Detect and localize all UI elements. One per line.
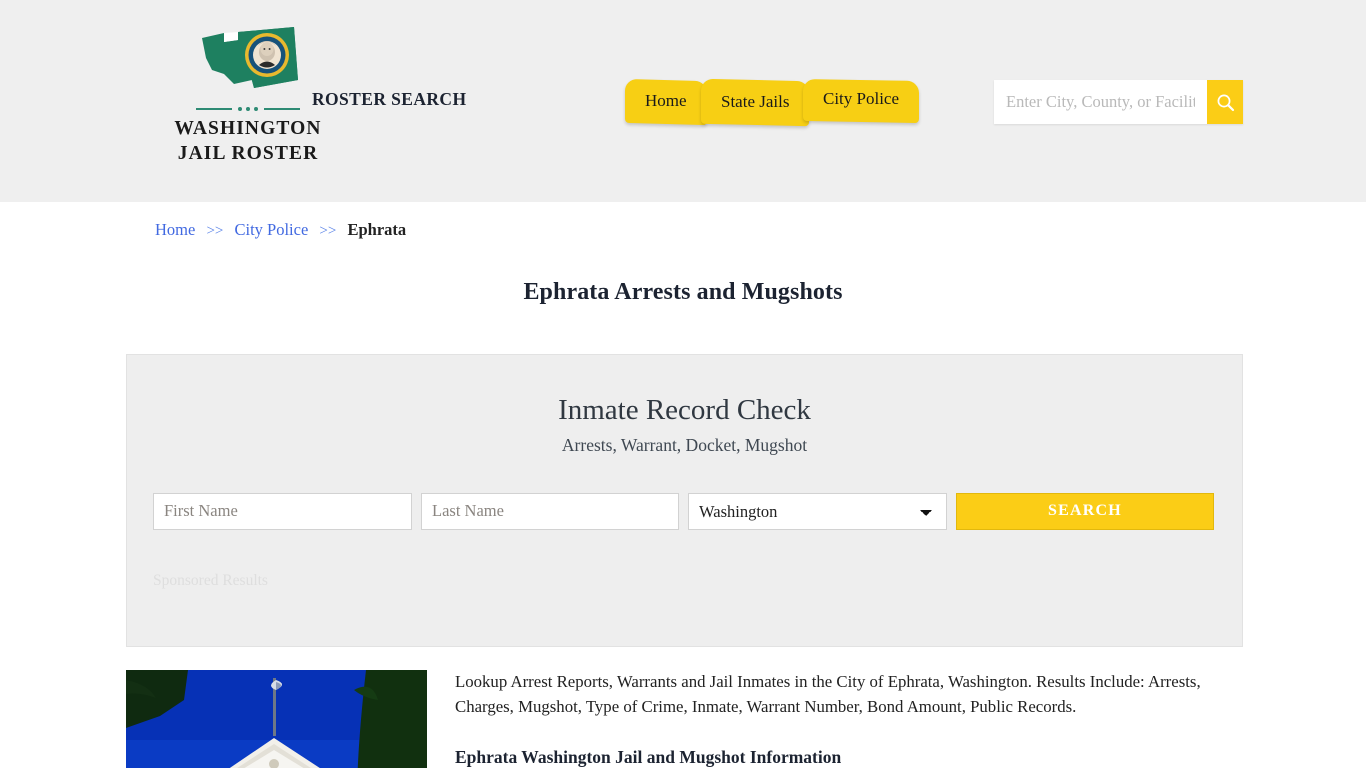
breadcrumb-separator: >> xyxy=(206,223,224,239)
courthouse-photo xyxy=(126,670,427,768)
record-search-form: Washington SEARCH xyxy=(127,492,1242,530)
breadcrumb-separator: >> xyxy=(319,223,337,239)
panel-title: Inmate Record Check xyxy=(558,394,811,426)
state-select[interactable]: Washington xyxy=(688,492,947,530)
breadcrumb-item-home[interactable]: Home xyxy=(155,220,195,239)
article-heading: Ephrata Washington Jail and Mugshot Info… xyxy=(455,746,842,767)
first-name-input[interactable] xyxy=(153,492,412,530)
article-paragraph: Lookup Arrest Reports, Warrants and Jail… xyxy=(455,672,1201,716)
header-inner: WASHINGTON JAIL ROSTER ROSTER SEARCH Hom… xyxy=(123,0,1243,202)
record-search-button[interactable]: SEARCH xyxy=(956,492,1214,530)
nav-item-home-label: Home xyxy=(645,91,687,110)
nav-item-state-jails[interactable]: State Jails xyxy=(700,78,810,127)
nav-item-city-police-label: City Police xyxy=(823,89,900,108)
breadcrumb-item-city-police[interactable]: City Police xyxy=(235,220,309,239)
inmate-record-check-panel: Inmate Record Check Arrests, Warrant, Do… xyxy=(126,354,1243,647)
nav-item-city-police[interactable]: City Police xyxy=(803,78,920,124)
article-section: Lookup Arrest Reports, Warrants and Jail… xyxy=(126,670,1243,768)
last-name-input[interactable] xyxy=(421,492,679,530)
header-search-button[interactable] xyxy=(1207,80,1243,124)
logo-divider xyxy=(188,104,308,114)
site-header: WASHINGTON JAIL ROSTER ROSTER SEARCH Hom… xyxy=(0,0,1366,202)
nav-item-state-jails-label: State Jails xyxy=(720,92,790,111)
washington-state-flag-icon xyxy=(194,22,302,100)
panel-subtitle: Arrests, Warrant, Docket, Mugshot xyxy=(561,434,808,455)
main-navigation: Home State Jails City Police xyxy=(625,78,920,127)
article-text: Lookup Arrest Reports, Warrants and Jail… xyxy=(455,670,1243,768)
logo-text-line1: WASHINGTON xyxy=(174,118,322,139)
page-title: Ephrata Arrests and Mugshots xyxy=(523,279,843,305)
header-search-input[interactable] xyxy=(994,80,1207,124)
page-content: Home >> City Police >> Ephrata Ephrata A… xyxy=(123,202,1243,768)
header-search xyxy=(994,80,1243,124)
site-title: ROSTER SEARCH xyxy=(312,89,467,109)
search-icon xyxy=(1217,94,1234,111)
nav-item-home[interactable]: Home xyxy=(625,78,707,126)
logo-text-line2: JAIL ROSTER xyxy=(177,142,319,164)
breadcrumb-item-current: Ephrata xyxy=(347,220,407,239)
breadcrumb: Home >> City Police >> Ephrata xyxy=(123,202,1243,239)
sponsored-results-label: Sponsored Results xyxy=(153,571,268,589)
